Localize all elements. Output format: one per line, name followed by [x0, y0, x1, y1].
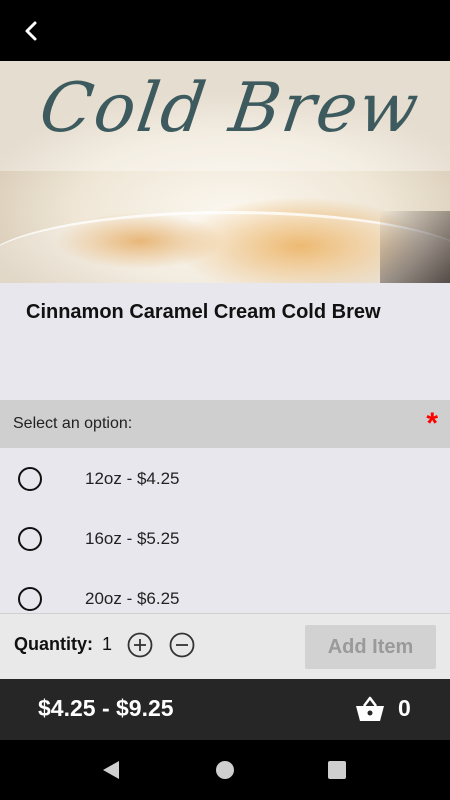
cart-button[interactable]: [354, 695, 386, 723]
required-asterisk: *: [426, 407, 438, 440]
circle-home-icon: [216, 761, 234, 779]
options-header-label: Select an option:: [13, 415, 133, 432]
product-hero-image: Cold Brew: [0, 61, 450, 283]
radio-button[interactable]: [18, 587, 42, 611]
square-recents-icon: [328, 761, 346, 779]
option-label: 20oz - $6.25: [85, 589, 180, 608]
decrement-button[interactable]: [169, 632, 195, 658]
increment-button[interactable]: [127, 632, 153, 658]
quantity-label: Quantity:: [14, 634, 93, 654]
product-info: Cinnamon Caramel Cream Cold Brew: [0, 283, 450, 400]
radio-button[interactable]: [18, 467, 42, 491]
back-button[interactable]: [12, 12, 50, 50]
nav-recents-button[interactable]: [327, 759, 347, 786]
checkout-footer: $4.25 - $9.25 0: [0, 679, 450, 740]
hero-title: Cold Brew: [35, 69, 425, 148]
options-list: 12oz - $4.25 16oz - $5.25 20oz - $6.25: [0, 448, 450, 613]
add-item-button[interactable]: Add Item: [305, 625, 436, 669]
cart-count: 0: [398, 695, 411, 721]
radio-button[interactable]: [18, 527, 42, 551]
option-label: 16oz - $5.25: [85, 529, 180, 548]
option-20oz[interactable]: 20oz - $6.25: [0, 568, 450, 613]
triangle-back-icon: [103, 761, 119, 779]
options-header: Select an option: *: [0, 400, 450, 448]
quantity-value: 1: [102, 634, 113, 654]
price-range: $4.25 - $9.25: [38, 695, 174, 721]
nav-home-button[interactable]: [215, 759, 235, 786]
option-16oz[interactable]: 16oz - $5.25: [0, 508, 450, 568]
basket-icon: [356, 696, 384, 721]
option-12oz[interactable]: 12oz - $4.25: [0, 448, 450, 508]
quantity-bar: Quantity: 1 Add Item: [0, 613, 450, 679]
chevron-left-icon: [25, 21, 37, 41]
image-shadow: [380, 211, 450, 283]
app-header: [0, 0, 450, 61]
minus-circle-icon: [169, 632, 195, 658]
plus-circle-icon: [127, 632, 153, 658]
product-name: Cinnamon Caramel Cream Cold Brew: [26, 301, 381, 323]
system-nav-bar: [0, 740, 450, 800]
nav-back-button[interactable]: [101, 759, 121, 786]
option-label: 12oz - $4.25: [85, 469, 180, 488]
